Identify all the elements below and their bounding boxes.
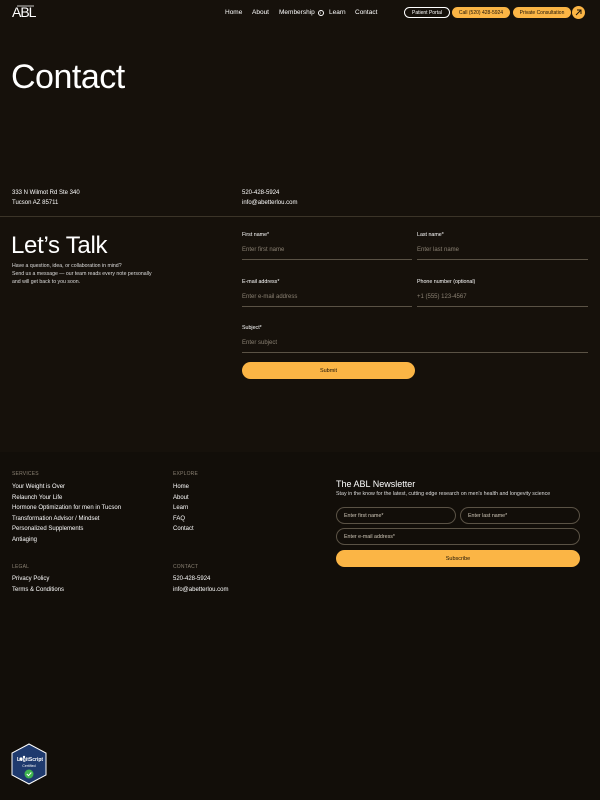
email-label: E-mail address* xyxy=(242,279,280,285)
contact-heading: CONTACT xyxy=(173,564,199,570)
submit-button[interactable]: Submit xyxy=(242,362,415,379)
phone-label: Phone number (optional) xyxy=(417,279,476,285)
footer-link[interactable]: Learn xyxy=(173,503,194,514)
footer-phone[interactable]: 520-428-5924 xyxy=(173,574,228,585)
legal-list: Privacy Policy Terms & Conditions xyxy=(12,574,64,595)
lets-talk-heading: Let’s Talk xyxy=(11,232,108,259)
call-button[interactable]: Call (520) 428-5924 xyxy=(452,7,510,18)
nav-membership-label: Membership xyxy=(279,9,315,16)
newsletter-last-name-input[interactable]: Enter last name* xyxy=(460,507,580,524)
subject-label: Subject* xyxy=(242,325,262,331)
footer-link[interactable]: Privacy Policy xyxy=(12,574,64,585)
desc-line: and will get back to you soon. xyxy=(12,279,81,285)
footer-link[interactable]: About xyxy=(173,493,194,504)
page-title: Contact xyxy=(11,58,125,96)
desc-line: Send us a message — our team reads every… xyxy=(12,271,152,277)
subscribe-button[interactable]: Subscribe xyxy=(336,550,580,567)
address-line2: Tucson AZ 85711 xyxy=(12,199,59,206)
last-name-field: Last name* Enter last name xyxy=(417,232,588,260)
email-field: E-mail address* Enter e-mail address xyxy=(242,279,412,307)
contact-block: 520-428-5924 info@abetterlou.com xyxy=(242,189,297,208)
footer-link[interactable]: Antiaging xyxy=(12,535,121,546)
legal-heading: LEGAL xyxy=(12,564,30,570)
first-name-input[interactable]: Enter first name xyxy=(242,247,412,260)
patient-portal-button[interactable]: Patient Portal xyxy=(404,7,450,18)
subject-field: Subject* Enter subject xyxy=(242,325,588,353)
nav-membership[interactable]: Membership i xyxy=(279,9,324,16)
footer-link[interactable]: Hormone Optimization for men in Tucson xyxy=(12,503,121,514)
nav-contact[interactable]: Contact xyxy=(355,9,377,16)
footer-link[interactable]: Home xyxy=(173,482,194,493)
nav-about[interactable]: About xyxy=(252,9,269,16)
footer-link[interactable]: FAQ xyxy=(173,514,194,525)
footer-link[interactable]: Your Weight is Over xyxy=(12,482,121,493)
desc-line: Have a question, idea, or collaboration … xyxy=(12,263,122,269)
contact-email[interactable]: info@abetterlou.com xyxy=(242,199,297,209)
newsletter-subtitle: Stay in the know for the latest, cutting… xyxy=(336,491,551,497)
badge-line1: LegitScript xyxy=(17,757,43,763)
explore-heading: EXPLORE xyxy=(173,471,199,477)
newsletter-email-input[interactable]: Enter e-mail address* xyxy=(336,528,580,545)
phone-field: Phone number (optional) +1 (555) 123-456… xyxy=(417,279,588,307)
badge-line2: Certified xyxy=(22,764,35,768)
footer-contact-list: 520-428-5924 info@abetterlou.com xyxy=(173,574,228,595)
contact-phone[interactable]: 520-428-5924 xyxy=(242,189,297,199)
phone-input[interactable]: +1 (555) 123-4567 xyxy=(417,294,588,307)
info-icon: i xyxy=(317,9,324,16)
footer-link[interactable]: Contact xyxy=(173,524,194,535)
explore-list: Home About Learn FAQ Contact xyxy=(173,482,194,535)
lets-talk-description: Have a question, idea, or collaboration … xyxy=(12,262,162,286)
address-block: 333 N Wilmot Rd Ste 340 Tucson AZ 85711 xyxy=(12,189,80,208)
subject-input[interactable]: Enter subject xyxy=(242,340,588,353)
first-name-field: First name* Enter first name xyxy=(242,232,412,260)
first-name-label: First name* xyxy=(242,232,270,238)
site-header: ABL Home About Membership i Learn Contac… xyxy=(0,0,600,26)
arrow-up-right-icon[interactable] xyxy=(572,6,585,19)
last-name-input[interactable]: Enter last name xyxy=(417,247,588,260)
nav-home[interactable]: Home xyxy=(225,9,242,16)
nav-learn[interactable]: Learn xyxy=(329,9,346,16)
legitscript-badge[interactable]: LegitScript Certified xyxy=(10,743,48,785)
footer-link[interactable]: Transformation Advisor / Mindset xyxy=(12,514,121,525)
address-line1: 333 N Wilmot Rd Ste 340 xyxy=(12,190,80,196)
abl-logo[interactable]: ABL xyxy=(12,4,40,20)
newsletter-title: The ABL Newsletter xyxy=(336,479,416,489)
footer-link[interactable]: Personalized Supplements xyxy=(12,524,121,535)
private-consultation-button[interactable]: Private Consultation xyxy=(513,7,571,18)
services-heading: SERVICES xyxy=(12,471,39,477)
footer-link[interactable]: Relaunch Your Life xyxy=(12,493,121,504)
last-name-label: Last name* xyxy=(417,232,444,238)
services-list: Your Weight is Over Relaunch Your Life H… xyxy=(12,482,121,545)
email-input[interactable]: Enter e-mail address xyxy=(242,294,412,307)
footer-link[interactable]: Terms & Conditions xyxy=(12,585,64,596)
newsletter-first-name-input[interactable]: Enter first name* xyxy=(336,507,456,524)
section-divider xyxy=(0,216,600,217)
footer-email[interactable]: info@abetterlou.com xyxy=(173,585,228,596)
